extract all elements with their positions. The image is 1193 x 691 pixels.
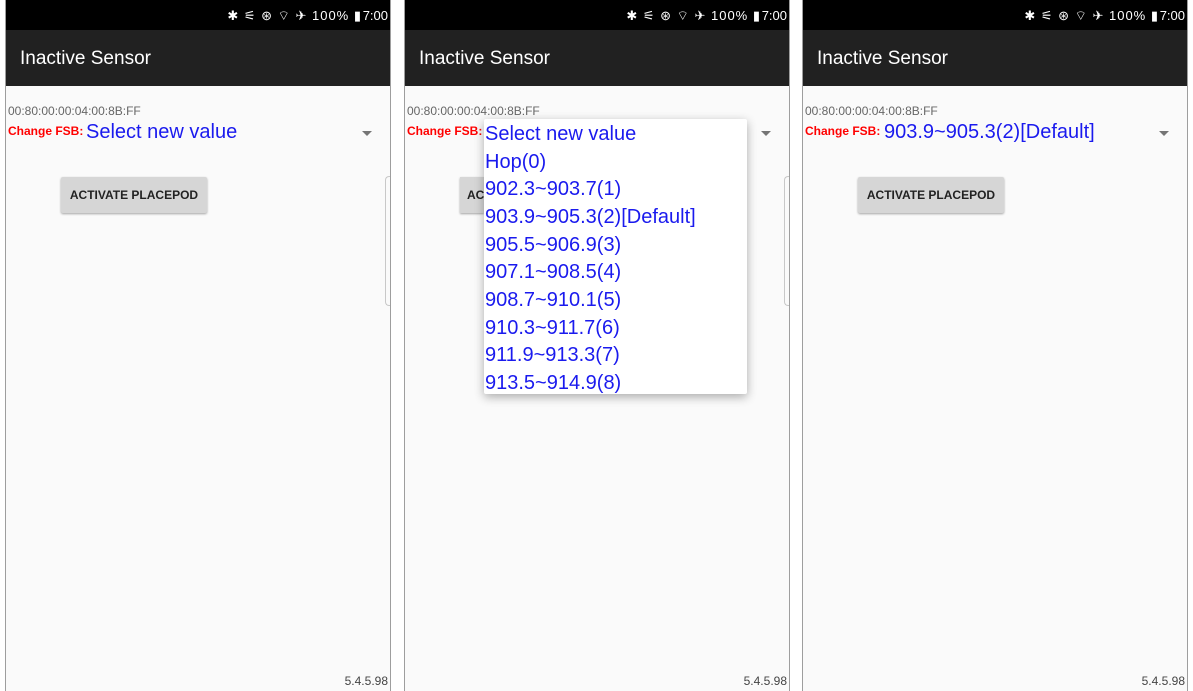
- app-bar: Inactive Sensor: [803, 30, 1187, 86]
- dropdown-option[interactable]: 902.3~903.7(1): [485, 177, 621, 201]
- dropdown-option[interactable]: 910.3~911.7(6): [485, 316, 620, 340]
- activate-placepod-button[interactable]: AC: [460, 177, 484, 213]
- dropdown-option[interactable]: 907.1~908.5(4): [485, 260, 621, 284]
- app-bar: Inactive Sensor: [405, 30, 789, 86]
- activate-placepod-button[interactable]: ACTIVATE PLACEPOD: [858, 177, 1004, 213]
- fsb-spinner[interactable]: Select new value: [86, 121, 237, 144]
- dropdown-arrow-icon[interactable]: [761, 131, 771, 136]
- page-title: Inactive Sensor: [20, 48, 151, 69]
- battery-indicator: 100% ▮: [710, 8, 761, 23]
- fsb-dropdown-menu: Select new value Hop(0) 902.3~903.7(1) 9…: [484, 119, 747, 394]
- status-bar: ✱ ⚟ ⊛ ⌔ ✈ 100% ▮ 7:00: [803, 0, 1187, 30]
- fsb-label: Change FSB:: [407, 124, 483, 138]
- fsb-label: Change FSB:: [805, 124, 881, 138]
- version-label: 5.4.5.98: [1141, 674, 1185, 688]
- side-panel-edge: [385, 176, 390, 306]
- side-panel-edge: [784, 176, 789, 306]
- device-id: 00:80:00:00:04:00:8B:FF: [805, 104, 938, 118]
- phone-screen-1: ✱ ⚟ ⊛ ⌔ ✈ 100% ▮ 7:00 Inactive Sensor 00…: [5, 0, 391, 691]
- version-label: 5.4.5.98: [344, 674, 388, 688]
- activate-placepod-button[interactable]: ACTIVATE PLACEPOD: [61, 177, 207, 213]
- status-icon-group: ✱ ⚟ ⊛ ⌔ ✈: [227, 8, 308, 23]
- status-bar: ✱ ⚟ ⊛ ⌔ ✈ 100% ▮ 7:00: [6, 0, 390, 30]
- version-label: 5.4.5.98: [743, 674, 787, 688]
- status-icon-group: ✱ ⚟ ⊛ ⌔ ✈: [1024, 8, 1105, 23]
- clock: 7:00: [362, 8, 388, 23]
- page-title: Inactive Sensor: [817, 48, 948, 69]
- clock: 7:00: [1159, 8, 1185, 23]
- dropdown-option[interactable]: Select new value: [485, 122, 636, 146]
- status-bar: ✱ ⚟ ⊛ ⌔ ✈ 100% ▮ 7:00: [405, 0, 789, 30]
- fsb-label: Change FSB:: [8, 124, 84, 138]
- status-icon-group: ✱ ⚟ ⊛ ⌔ ✈: [626, 8, 707, 23]
- device-id: 00:80:00:00:04:00:8B:FF: [407, 104, 540, 118]
- status-icons: ✱ ⚟ ⊛ ⌔ ✈ 100% ▮: [626, 8, 761, 24]
- app-bar: Inactive Sensor: [6, 30, 390, 86]
- fsb-spinner[interactable]: 903.9~905.3(2)[Default]: [884, 121, 1095, 144]
- status-icons: ✱ ⚟ ⊛ ⌔ ✈ 100% ▮: [227, 8, 362, 24]
- dropdown-option[interactable]: 913.5~914.9(8): [485, 371, 621, 395]
- dropdown-arrow-icon[interactable]: [362, 131, 372, 136]
- device-id: 00:80:00:00:04:00:8B:FF: [8, 104, 141, 118]
- battery-indicator: 100% ▮: [1108, 8, 1159, 23]
- battery-indicator: 100% ▮: [311, 8, 362, 23]
- dropdown-arrow-icon[interactable]: [1159, 131, 1169, 136]
- status-icons: ✱ ⚟ ⊛ ⌔ ✈ 100% ▮: [1024, 8, 1159, 24]
- phone-screen-2: ✱ ⚟ ⊛ ⌔ ✈ 100% ▮ 7:00 Inactive Sensor 00…: [404, 0, 790, 691]
- dropdown-option[interactable]: 908.7~910.1(5): [485, 288, 621, 312]
- dropdown-option[interactable]: 903.9~905.3(2)[Default]: [485, 205, 696, 229]
- dropdown-option[interactable]: 911.9~913.3(7): [485, 343, 620, 367]
- clock: 7:00: [761, 8, 787, 23]
- dropdown-option[interactable]: Hop(0): [485, 150, 546, 174]
- phone-screen-3: ✱ ⚟ ⊛ ⌔ ✈ 100% ▮ 7:00 Inactive Sensor 00…: [802, 0, 1188, 691]
- page-title: Inactive Sensor: [419, 48, 550, 69]
- dropdown-option[interactable]: 905.5~906.9(3): [485, 233, 621, 257]
